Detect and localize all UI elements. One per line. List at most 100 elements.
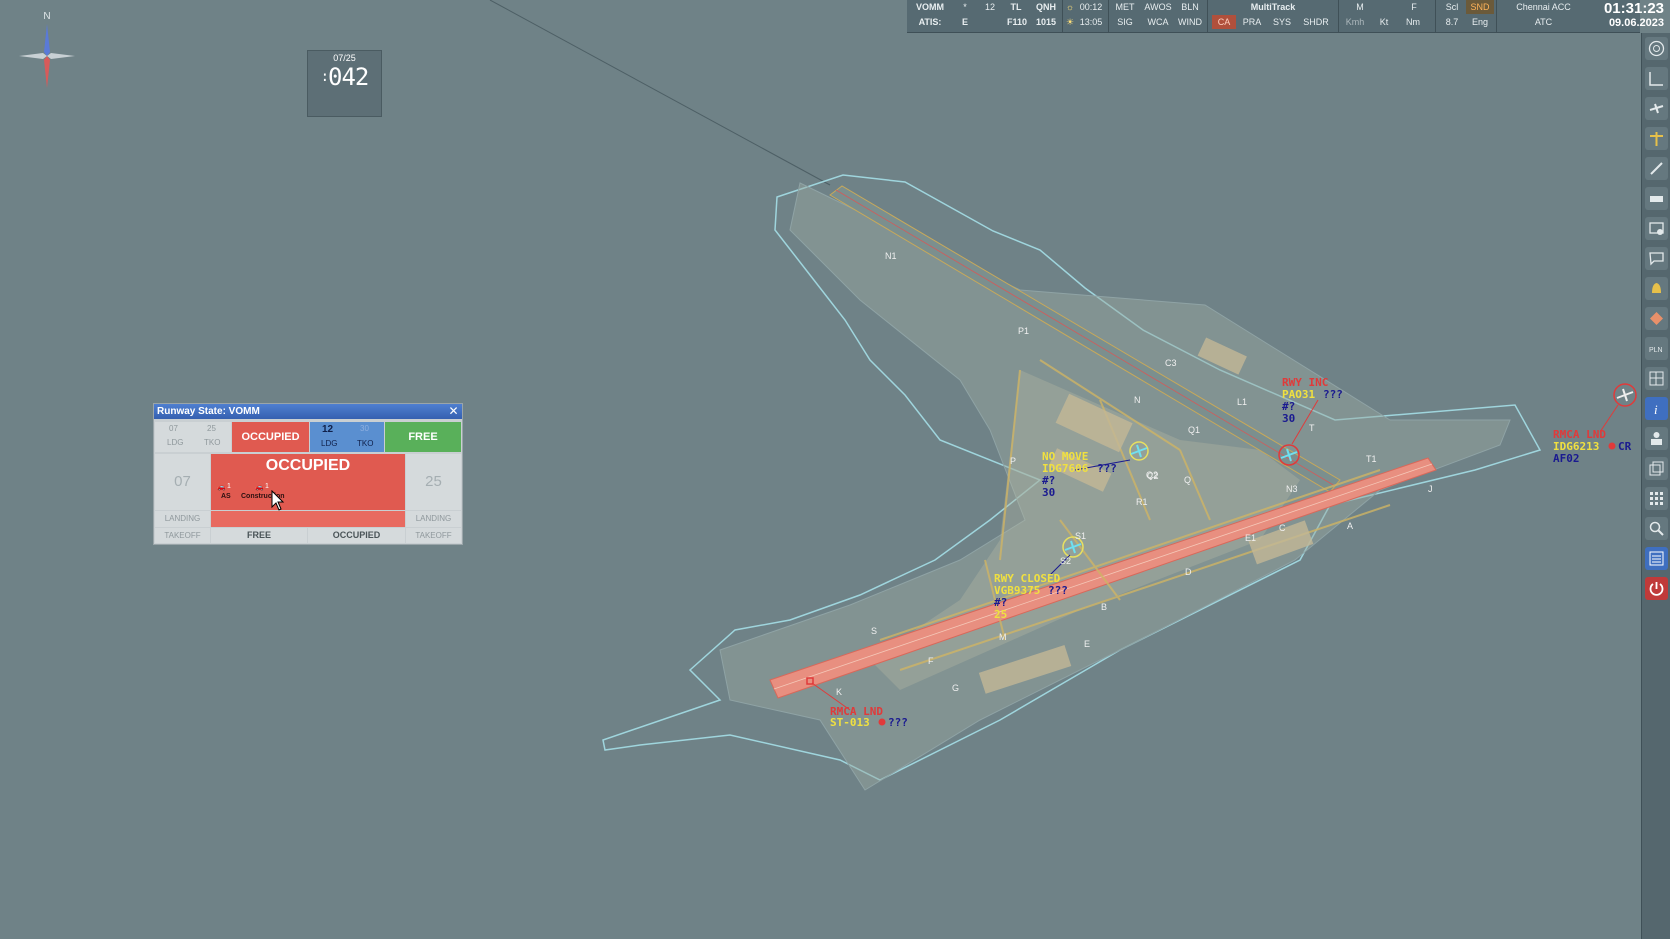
language-button[interactable]: Eng [1466, 15, 1494, 29]
airport-code[interactable]: VOMM [911, 0, 949, 14]
power-icon[interactable] [1645, 577, 1668, 600]
sig-button[interactable]: SIG [1109, 15, 1141, 29]
rwy-end-right[interactable]: 25 [406, 454, 461, 510]
taxiway-label: P [1010, 456, 1016, 466]
unit-kmh-button[interactable]: Kmh [1339, 15, 1371, 29]
clock: 01:31:23 09.06.2023 [1590, 0, 1670, 32]
qnh-value: 1015 [1035, 17, 1057, 27]
clock-date: 09.06.2023 [1608, 17, 1664, 29]
label-extra: ??? [1048, 584, 1068, 597]
taxiway-label: G [952, 683, 959, 693]
info-icon[interactable]: i [1645, 397, 1668, 420]
rwy-12-30-status[interactable]: FREE [385, 422, 461, 452]
label-line4: 30 [1042, 486, 1055, 499]
atis-letter[interactable]: E [957, 15, 973, 29]
ruler-icon[interactable] [1645, 67, 1668, 90]
window-title[interactable]: Runway State: VOMM [154, 404, 462, 419]
taxiway-label: P1 [1018, 326, 1029, 336]
sys-button[interactable]: SYS [1268, 15, 1296, 29]
tko-label: TKO [204, 438, 221, 447]
sector-group: Chennai ACC ATC [1497, 0, 1590, 32]
scale-value[interactable]: 8.7 [1438, 15, 1466, 29]
ca-button[interactable]: CA [1212, 15, 1236, 29]
multitrack-label[interactable]: MultiTrack [1208, 0, 1338, 14]
comment-icon[interactable] [1645, 247, 1668, 270]
target-icon[interactable] [1645, 307, 1668, 330]
sun-times-group: ☼ 00:12 ☀ 13:05 [1063, 0, 1109, 32]
awos-button[interactable]: AWOS [1141, 0, 1175, 14]
top-status-bar: VOMM ATIS: * E 12 TL F110 QNH 1015 ☼ 00:… [907, 0, 1640, 33]
taxiway-label: L1 [1237, 397, 1247, 407]
tl-value: F110 [1006, 17, 1028, 27]
wind-direction: 12 [984, 2, 995, 12]
taxiway-label: J [1428, 484, 1433, 494]
runway-counter-name: 07/25 [333, 53, 356, 63]
user-icon[interactable] [1645, 427, 1668, 450]
rwy-07-25-status[interactable]: OCCUPIED [232, 422, 309, 452]
tower-icon[interactable] [1645, 127, 1668, 150]
list-icon[interactable] [1645, 547, 1668, 570]
layers-icon[interactable] [1645, 457, 1668, 480]
sector-name[interactable]: Chennai ACC [1497, 0, 1590, 14]
vehicle-icon[interactable] [1645, 187, 1668, 210]
wca-button[interactable]: WCA [1141, 15, 1175, 29]
rwy-07-25-selector[interactable]: 07 25 LDG TKO [155, 422, 231, 452]
approach-line [489, 0, 831, 186]
met-button[interactable]: MET [1109, 0, 1141, 14]
car-icon: 🚗 [255, 484, 264, 491]
vehicle-count: 1 [265, 483, 269, 490]
rwy-end-left[interactable]: 07 [155, 454, 210, 510]
taxiway-label: C3 [1165, 358, 1177, 368]
label-aircraft-5[interactable]: RMCA LND IDG6213 CR AF02 [1553, 428, 1632, 465]
taxiway-label: C2 [1147, 471, 1159, 481]
taxiway-label: M [999, 632, 1007, 642]
label-extra: ??? [1323, 388, 1343, 401]
taxiway-label: R1 [1136, 497, 1148, 507]
taxiway-label: D [1185, 567, 1192, 577]
bell-icon[interactable] [1645, 277, 1668, 300]
search-icon[interactable] [1645, 517, 1668, 540]
grid-icon[interactable] [1645, 487, 1668, 510]
close-icon[interactable]: ✕ [447, 405, 460, 418]
unit-m-button[interactable]: M [1345, 0, 1375, 14]
unit-nm-button[interactable]: Nm [1397, 15, 1429, 29]
tko-label: TKO [357, 439, 374, 448]
vehicle-label: AS [221, 493, 231, 500]
runway-counter-value: :042 [320, 63, 370, 91]
label-extra: ??? [888, 716, 908, 729]
taxiway-label: S1 [1075, 531, 1086, 541]
north-compass: N [14, 8, 80, 88]
landing-bar[interactable] [211, 511, 405, 527]
unit-kt-button[interactable]: Kt [1371, 15, 1397, 29]
aircraft-symbol[interactable] [1599, 383, 1637, 433]
runway-counter[interactable]: 07/25 :042 [307, 50, 382, 117]
label-extra: ??? [1097, 462, 1117, 475]
sun-icon: ☼ [1065, 2, 1075, 12]
clock-time: 01:31:23 [1603, 0, 1664, 17]
wind-button[interactable]: WIND [1175, 15, 1205, 29]
bln-button[interactable]: BLN [1175, 0, 1205, 14]
aircraft-icon[interactable] [1645, 97, 1668, 120]
rwy-end-a: 07 [169, 424, 178, 433]
rwy-12-30-selector[interactable]: 12 30 LDG TKO [310, 422, 384, 452]
pra-button[interactable]: PRA [1238, 15, 1266, 29]
takeoff-right-status[interactable]: OCCUPIED [308, 528, 405, 543]
takeoff-left-status[interactable]: FREE [211, 528, 307, 543]
vehicle-1[interactable]: 🚗 1 AS [215, 483, 235, 503]
radar-icon[interactable] [1645, 37, 1668, 60]
snd-button[interactable]: SND [1466, 0, 1494, 14]
tl-label: TL [1010, 2, 1022, 12]
taxiway-label: Q [1184, 475, 1191, 485]
shdr-button[interactable]: SHDR [1298, 15, 1334, 29]
unit-f-button[interactable]: F [1399, 0, 1429, 14]
plan-icon[interactable]: PLN [1645, 337, 1668, 360]
rwy-end-b: 30 [360, 424, 369, 433]
layout-icon[interactable] [1645, 367, 1668, 390]
svg-text:i: i [1654, 402, 1658, 417]
runway-state-window[interactable]: Runway State: VOMM ✕ 07 25 LDG TKO OCCUP… [153, 403, 463, 545]
right-toolbar: PLN i [1641, 33, 1670, 939]
rwy-main-status[interactable]: OCCUPIED 🚗 1 AS 🚗 1 Construction [211, 454, 405, 511]
settings-icon[interactable] [1645, 217, 1668, 240]
pen-icon[interactable] [1645, 157, 1668, 180]
mouse-cursor-icon [271, 490, 285, 511]
